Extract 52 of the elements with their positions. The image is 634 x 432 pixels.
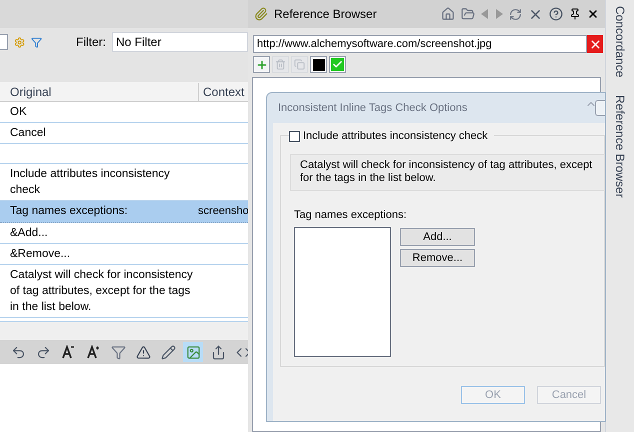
filter-label: Filter: (76, 34, 106, 51)
paperclip-icon (254, 7, 268, 21)
table-cell: screensho (198, 205, 248, 217)
table-cell: &Remove... (10, 248, 70, 260)
check-tool-button[interactable] (329, 56, 346, 73)
table-cell: Catalyst will check for inconsistency of tag attributes, except for the tags in the list below. (10, 268, 193, 312)
panel-title: Reference Browser (274, 6, 377, 23)
forward-icon[interactable] (495, 9, 503, 19)
table-row[interactable]: &Add... (0, 222, 248, 244)
back-icon[interactable] (481, 9, 489, 19)
url-field[interactable]: http://www.alchemysoftware.com/screenshot.jpg (253, 35, 587, 53)
close-icon (588, 38, 602, 50)
image-icon[interactable] (183, 342, 203, 362)
table-cell: Include attributes inconsistency check (10, 168, 170, 196)
column-header[interactable]: Context (199, 82, 244, 100)
plus-icon (256, 58, 268, 70)
side-tab[interactable]: Concordance (611, 6, 629, 78)
side-tab[interactable]: Reference Browser (611, 95, 629, 198)
list-label: Tag names exceptions: (294, 208, 408, 223)
add-tool-button[interactable] (253, 56, 270, 73)
dialog-close-button[interactable] (595, 100, 605, 116)
color-swatch (312, 58, 324, 70)
table-cell: &Add... (10, 226, 48, 238)
clear-url-button[interactable] (587, 35, 603, 53)
table-row[interactable]: &Remove... (0, 244, 248, 264)
dialog-button[interactable]: Add... (400, 228, 475, 246)
gear-icon[interactable] (14, 34, 25, 50)
filter-field[interactable]: No Filter (112, 32, 248, 52)
dialog-title: Inconsistent Inline Tags Check Options (278, 100, 468, 116)
table-cell: Tag names exceptions: (10, 205, 128, 217)
table-cell: Cancel (10, 127, 46, 139)
table-row[interactable]: OK (0, 102, 248, 123)
list-box[interactable] (294, 226, 391, 356)
table-row[interactable]: Cancel (0, 123, 248, 144)
home-icon[interactable] (441, 7, 455, 21)
dialog-button[interactable]: Remove... (400, 248, 475, 266)
trash-icon (275, 59, 286, 70)
refresh-icon[interactable] (509, 8, 522, 20)
color-tool-button[interactable] (310, 56, 327, 73)
text-field[interactable] (0, 34, 8, 50)
help-icon[interactable] (549, 7, 563, 21)
pin-icon[interactable] (569, 8, 581, 20)
close-icon[interactable] (587, 8, 599, 20)
copy-icon (294, 59, 305, 70)
info-box: Catalyst will check for inconsistency of tag attributes, except for the tags in the list below. (290, 154, 605, 191)
column-header[interactable]: Original (0, 82, 199, 100)
table-row[interactable]: Tag names exceptions: screensho (0, 201, 248, 222)
check-icon (331, 58, 344, 71)
table-cell: OK (10, 106, 27, 118)
checkbox[interactable] (289, 130, 300, 142)
folder-icon[interactable] (461, 7, 475, 21)
checkbox-label: Include attributes inconsistency check (303, 129, 488, 144)
